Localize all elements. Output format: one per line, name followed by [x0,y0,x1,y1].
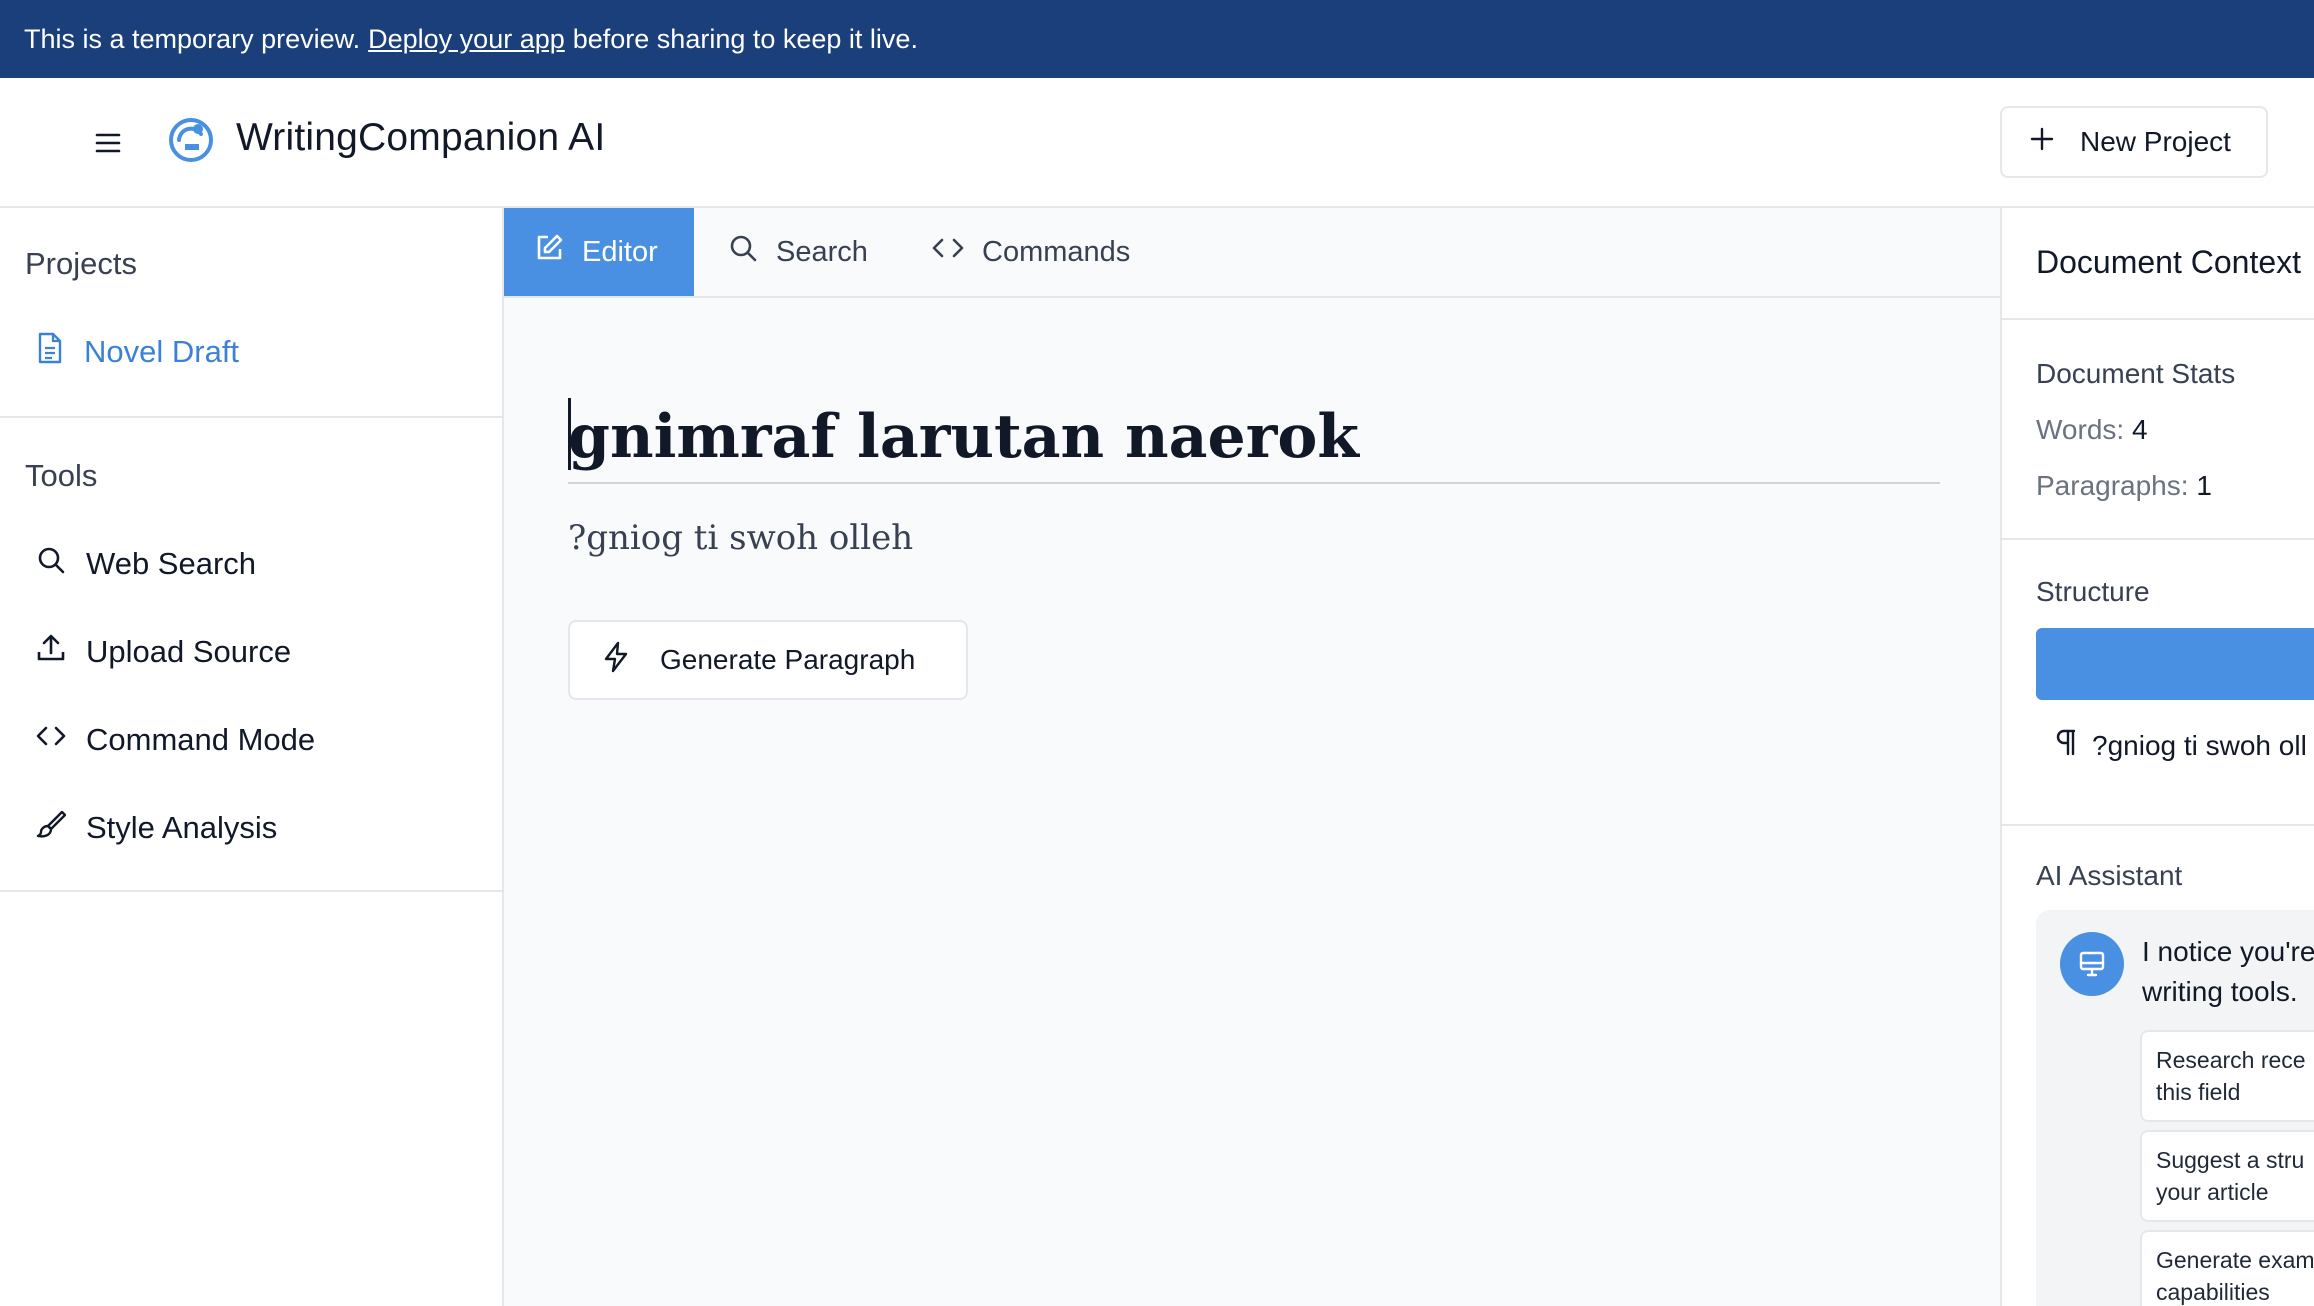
banner-text-after: before sharing to keep it live. [572,23,918,54]
tool-upload-source[interactable]: Upload Source [36,624,291,680]
tools-heading: Tools [25,458,98,493]
suggestion-structure[interactable]: Suggest a stru your article [2140,1130,2314,1222]
panel-divider [2002,824,2314,826]
tab-commands[interactable]: Commands [902,208,1160,296]
document-title-input[interactable]: gnimraf larutan naerok [568,388,1940,484]
main-editor-area: Editor Search Commands gnimraf larutan n… [504,208,2000,1306]
paragraph-count-label: Paragraphs: [2036,470,2189,501]
ai-assistant-heading: AI Assistant [2036,860,2183,891]
assistant-message: I notice you're writing tools. [2142,932,2314,1012]
tab-bar: Editor Search Commands [504,208,2000,298]
assistant-avatar [2060,932,2124,996]
stats-heading: Document Stats [2036,358,2236,389]
lightning-icon [602,641,630,680]
word-count: Words: 4 [2036,414,2148,446]
tool-label: Upload Source [86,634,292,669]
tool-command-mode[interactable]: Command Mode [36,712,315,768]
tool-style-analysis[interactable]: Style Analysis [36,800,277,856]
suggestion-examples[interactable]: Generate exam capabilities [2140,1230,2314,1306]
project-item-novel-draft[interactable]: Novel Draft [36,324,239,380]
deploy-app-link[interactable]: Deploy your app [368,24,565,55]
document-context-panel: Document Context Document Stats Words: 4… [2000,208,2314,1306]
panel-divider [2002,318,2314,320]
sidebar-divider [0,416,502,418]
document-icon [36,332,64,372]
app-title: WritingCompanion AI [236,116,606,159]
edit-icon [534,233,564,271]
preview-banner: This is a temporary preview. Deploy your… [0,0,2314,78]
tool-web-search[interactable]: Web Search [36,536,256,592]
structure-paragraph-item[interactable]: ?gniog ti swoh oll [2054,728,2307,763]
search-icon [36,545,66,583]
tool-label: Web Search [86,546,257,581]
tab-search[interactable]: Search [698,208,898,296]
assistant-message-line: writing tools. [2142,976,2298,1007]
projects-heading: Projects [25,246,137,281]
generate-paragraph-button[interactable]: Generate Paragraph [568,620,968,700]
code-icon [932,233,964,271]
context-title: Document Context [2036,244,2302,280]
tab-label: Commands [982,235,1131,268]
pilcrow-icon [2054,728,2078,763]
structure-title-block[interactable] [2036,628,2314,700]
paragraph-count-value: 1 [2196,470,2212,501]
search-icon [728,233,758,271]
banner-text: This is a temporary preview. [24,23,361,54]
text-cursor [568,398,571,470]
paragraph-count: Paragraphs: 1 [2036,470,2212,502]
new-project-button[interactable]: New Project [2000,106,2268,178]
tool-label: Command Mode [86,722,316,757]
word-count-value: 4 [2131,414,2148,445]
assistant-message-line: I notice you're [2142,936,2314,967]
sidebar-divider [0,890,502,892]
upload-icon [36,633,66,671]
structure-item-label: ?gniog ti swoh oll [2092,729,2307,761]
panel-divider [2002,538,2314,540]
brush-icon [36,809,67,847]
tab-label: Editor [582,235,658,268]
generate-label: Generate Paragraph [660,644,916,675]
project-label: Novel Draft [84,334,240,369]
app-header: WritingCompanion AI New Project [0,78,2314,208]
structure-heading: Structure [2036,576,2150,607]
logo-icon [165,114,217,166]
tool-label: Style Analysis [86,810,278,845]
word-count-label: Words: [2036,414,2125,445]
tab-label: Search [776,235,868,268]
tab-editor[interactable]: Editor [504,208,694,296]
document-paragraph[interactable]: ?gniog ti swoh olleh [568,518,913,558]
new-project-label: New Project [2080,126,2231,157]
hamburger-menu-icon[interactable] [88,123,128,163]
plus-icon [2030,126,2054,158]
suggestion-research[interactable]: Research rece this field [2140,1030,2314,1122]
code-icon [36,721,66,759]
left-sidebar: Projects Novel Draft Tools Web Search Up… [0,208,504,1306]
